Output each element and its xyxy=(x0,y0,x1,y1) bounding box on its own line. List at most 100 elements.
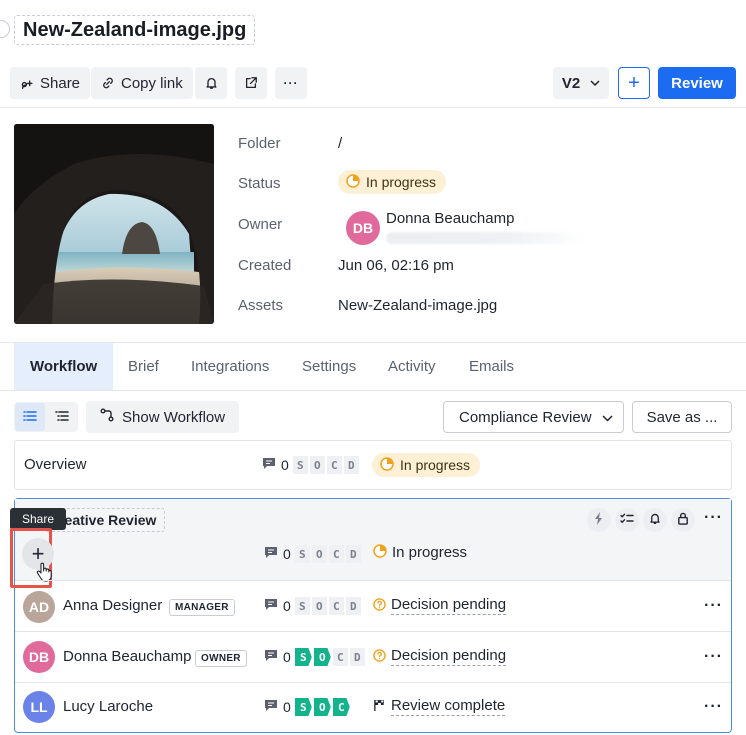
comment-icon xyxy=(264,699,278,715)
tab-integrations[interactable]: Integrations xyxy=(175,343,285,390)
tabs-divider-bottom xyxy=(0,390,746,391)
member-decision[interactable]: Review complete xyxy=(373,697,506,716)
stage-status[interactable]: In progress xyxy=(373,544,467,561)
checklist-button[interactable] xyxy=(615,508,639,532)
member-counts: 0 S O C D xyxy=(264,597,363,615)
assets-label: Assets xyxy=(238,297,284,314)
asset-thumbnail[interactable] xyxy=(14,124,214,324)
badge-d: D xyxy=(343,456,359,474)
overview-status-badge[interactable]: In progress xyxy=(372,453,481,477)
question-icon xyxy=(373,597,386,614)
link-icon xyxy=(101,76,115,90)
tree-view-button[interactable] xyxy=(47,403,77,431)
version-select[interactable]: V2 xyxy=(553,67,609,99)
show-workflow-button[interactable]: Show Workflow xyxy=(86,401,240,433)
title-status-circle[interactable] xyxy=(0,20,10,38)
hand-cursor-icon xyxy=(36,562,52,585)
owner-avatar: DB xyxy=(346,211,380,245)
badge-s: S xyxy=(294,698,312,716)
badge-d: D xyxy=(345,545,361,563)
member-more-button[interactable]: ··· xyxy=(704,597,723,615)
stage-counts: 0 S O C D xyxy=(264,545,363,563)
toolbar-divider xyxy=(0,107,746,108)
badge-o: O xyxy=(311,545,327,563)
badge-d: D xyxy=(349,648,365,666)
badge-c: C xyxy=(332,698,350,716)
member-decision[interactable]: Decision pending xyxy=(373,596,507,615)
comment-count: 0 xyxy=(283,598,291,614)
status-label: Status xyxy=(238,175,281,192)
workflow-template-value: Compliance Review xyxy=(459,408,592,426)
save-as-button[interactable]: Save as ... xyxy=(632,401,732,433)
automation-button[interactable] xyxy=(587,508,611,532)
overview-counts: 0 S O C D xyxy=(262,456,361,474)
tab-activity[interactable]: Activity xyxy=(372,343,452,390)
member-avatar: AD xyxy=(23,591,55,623)
question-icon xyxy=(373,648,386,665)
review-button[interactable]: Review xyxy=(658,67,736,99)
lock-button[interactable] xyxy=(671,508,695,532)
comment-icon xyxy=(264,598,278,614)
stage-status-label: In progress xyxy=(392,544,468,561)
badge-s: S xyxy=(294,597,310,615)
status-value: In progress xyxy=(366,174,437,190)
comment-icon xyxy=(264,649,278,665)
overview-status: In progress xyxy=(400,457,471,473)
badge-o: O xyxy=(313,648,331,666)
comment-icon xyxy=(262,457,276,473)
notification-button[interactable] xyxy=(195,67,227,99)
badge-o: O xyxy=(311,597,327,615)
workflow-template-select[interactable]: Compliance Review xyxy=(443,401,624,433)
list-view-button[interactable] xyxy=(15,403,45,431)
add-button[interactable]: + xyxy=(618,67,650,99)
decision-status: Review complete xyxy=(391,697,506,716)
tab-workflow[interactable]: Workflow xyxy=(14,343,114,390)
flag-icon xyxy=(373,699,386,715)
row-divider xyxy=(15,682,731,683)
more-options-button[interactable]: ··· xyxy=(275,67,307,99)
comment-icon xyxy=(264,546,278,562)
row-divider xyxy=(15,631,731,632)
bell-icon xyxy=(205,76,218,90)
tab-emails[interactable]: Emails xyxy=(453,343,530,390)
tab-brief[interactable]: Brief xyxy=(112,343,175,390)
comment-count: 0 xyxy=(281,457,289,473)
owner-email-redacted xyxy=(386,232,586,244)
share-button[interactable]: Share xyxy=(10,67,91,99)
decision-status: Decision pending xyxy=(391,596,507,615)
role-badge: OWNER xyxy=(195,650,247,667)
progress-icon xyxy=(373,544,387,561)
badge-s: S xyxy=(292,456,308,474)
comment-count: 0 xyxy=(283,546,291,562)
share-tooltip: Share xyxy=(10,508,66,530)
export-button[interactable] xyxy=(235,67,267,99)
page-title[interactable]: New-Zealand-image.jpg xyxy=(14,15,256,45)
assets-value[interactable]: New-Zealand-image.jpg xyxy=(338,297,497,314)
stage-notification-button[interactable] xyxy=(643,508,667,532)
more-icon: ··· xyxy=(283,76,299,90)
comment-count: 0 xyxy=(283,649,291,665)
member-more-button[interactable]: ··· xyxy=(704,648,723,666)
member-avatar: LL xyxy=(23,691,55,723)
member-counts: 0 S O C xyxy=(264,698,352,716)
owner-name: Donna Beauchamp xyxy=(386,210,515,227)
badge-c: C xyxy=(328,597,344,615)
member-name: Anna Designer xyxy=(63,597,163,614)
member-decision[interactable]: Decision pending xyxy=(373,647,507,666)
status-badge[interactable]: In progress xyxy=(338,170,447,194)
tab-settings[interactable]: Settings xyxy=(286,343,372,390)
owner-label: Owner xyxy=(238,216,283,233)
folder-value[interactable]: / xyxy=(338,135,342,152)
lightning-icon xyxy=(594,512,604,528)
created-label: Created xyxy=(238,257,292,274)
chevron-down-icon xyxy=(590,80,600,86)
member-counts: 0 S O C D xyxy=(264,648,367,666)
copy-link-button[interactable]: Copy link xyxy=(91,67,193,99)
badge-d: D xyxy=(345,597,361,615)
member-name: Lucy Laroche xyxy=(63,698,154,715)
stage-more-button[interactable]: ··· xyxy=(704,509,723,527)
comment-count: 0 xyxy=(283,699,291,715)
member-more-button[interactable]: ··· xyxy=(704,698,723,716)
bell-icon xyxy=(649,512,661,528)
created-value: Jun 06, 02:16 pm xyxy=(338,257,454,274)
